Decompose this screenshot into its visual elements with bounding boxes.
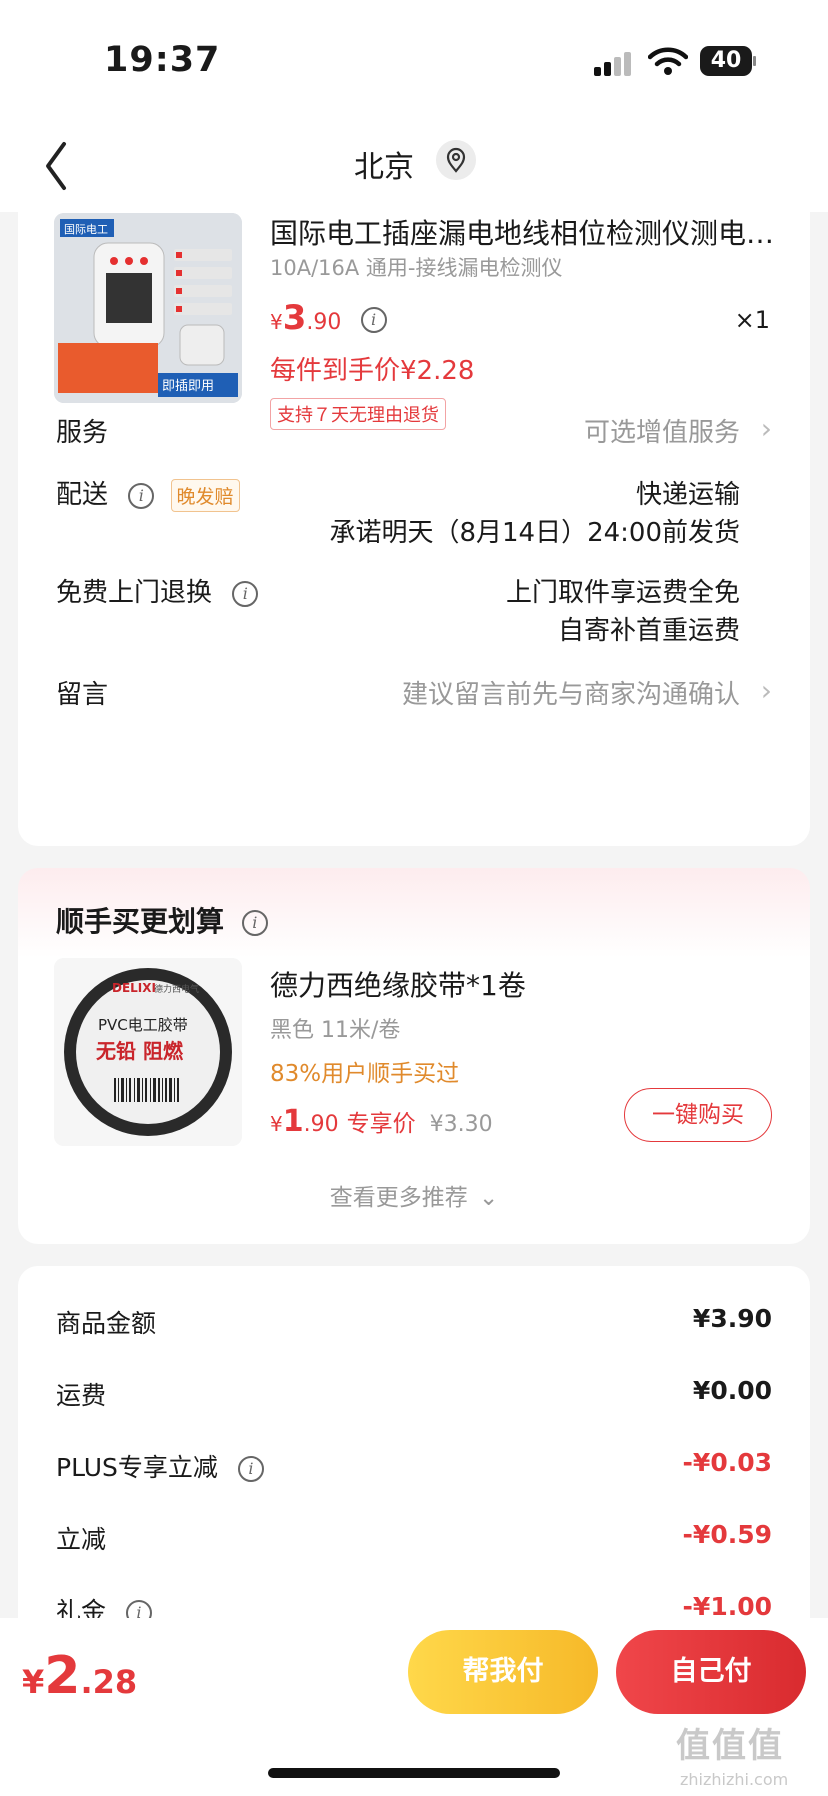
- note-placeholder: 建议留言前先与商家沟通确认: [401, 680, 740, 710]
- page-title[interactable]: 北京: [354, 142, 414, 186]
- note-row[interactable]: 留言 建议留言前先与商家沟通确认 ›: [56, 674, 772, 714]
- tape-brand-cn-text: 德力西电气: [154, 983, 199, 995]
- service-label: 服务: [56, 418, 109, 448]
- one-click-buy-button[interactable]: 一键购买: [624, 1088, 772, 1142]
- image-tagline-text: 即插即用: [162, 379, 214, 394]
- image-brand-text: 国际电工: [64, 223, 108, 236]
- delivery-promise: 承诺明天（8月14日）24:00前发货: [329, 518, 740, 548]
- product-image[interactable]: 国际电工 即插即用: [54, 213, 242, 403]
- recommendation-card: 顺手买更划算 i DELIXI 德力西电气 PVC电工胶带 无铅 阻燃 德力西绝…: [18, 868, 810, 1244]
- free-return-line1: 上门取件享运费全免: [505, 578, 740, 608]
- battery-icon: 40: [700, 46, 756, 76]
- watermark-url: zhizhizhi.com: [680, 1770, 789, 1789]
- product-price: ¥3.90 i: [270, 298, 387, 338]
- free-return-info-icon[interactable]: i: [232, 581, 259, 607]
- tape-brand-text: DELIXI: [112, 981, 156, 995]
- recommend-spec: 黑色 11米/卷: [270, 1018, 401, 1043]
- home-indicator: [268, 1768, 560, 1778]
- price-summary-card: 商品金额 ¥3.90 运费 ¥0.00 PLUS专享立减 i -¥0.03 立减…: [18, 1266, 810, 1666]
- status-bar: 19:37 40: [0, 0, 828, 120]
- service-value: 可选增值服务: [583, 418, 740, 448]
- nav-bar: 北京: [0, 120, 828, 212]
- order-product-card: 国际电工 即插即用 国际电工插座漏电地线相位检测仪测电… 10A/16A 通用-…: [18, 200, 810, 846]
- recommend-popularity: 83%用户顺手买过: [270, 1061, 460, 1087]
- back-chevron-icon[interactable]: [40, 136, 80, 196]
- summary-label: 商品金额: [56, 1309, 157, 1338]
- summary-label: PLUS专享立减: [56, 1453, 218, 1482]
- chevron-down-icon: ⌄: [479, 1185, 499, 1211]
- recommendation-title: 顺手买更划算 i: [56, 900, 268, 940]
- total-price: ¥2.28: [22, 1646, 138, 1706]
- free-return-line2: 自寄补首重运费: [557, 616, 740, 646]
- recommend-price: ¥1.90 专享价 ¥3.30: [270, 1104, 493, 1139]
- recommendation-info-icon[interactable]: i: [241, 910, 268, 936]
- delivery-row[interactable]: 配送 i 晚发赔 快递运输 承诺明天（8月14日）24:00前发货: [56, 474, 772, 554]
- chevron-right-icon: ›: [760, 674, 772, 707]
- chevron-right-icon: ›: [760, 412, 772, 445]
- original-price: ¥3.30: [429, 1112, 493, 1137]
- delivery-info-icon[interactable]: i: [128, 483, 155, 509]
- summary-row: PLUS专享立减 i -¥0.03: [56, 1448, 772, 1484]
- summary-label: 运费: [56, 1381, 107, 1410]
- note-label: 留言: [56, 680, 109, 710]
- summary-value: -¥1.00: [682, 1592, 772, 1621]
- delivery-label: 配送: [56, 480, 109, 510]
- summary-label: 立减: [56, 1525, 107, 1554]
- wifi-icon: [648, 47, 688, 75]
- tape-image[interactable]: DELIXI 德力西电气 PVC电工胶带 无铅 阻燃: [54, 958, 242, 1146]
- late-compensation-badge: 晚发赔: [170, 479, 240, 512]
- tape-line2-text: 无铅 阻燃: [96, 1039, 184, 1063]
- summary-row: 运费 ¥0.00: [56, 1376, 772, 1412]
- summary-value: ¥3.90: [692, 1304, 772, 1333]
- pay-myself-button[interactable]: 自己付: [616, 1630, 806, 1714]
- delivery-method: 快递运输: [635, 480, 740, 510]
- help-me-pay-button[interactable]: 帮我付: [408, 1630, 598, 1714]
- status-time: 19:37: [104, 40, 221, 80]
- summary-value: ¥0.00: [692, 1376, 772, 1405]
- battery-level: 40: [710, 48, 742, 73]
- price-info-icon[interactable]: i: [360, 307, 387, 333]
- recommend-name[interactable]: 德力西绝缘胶带*1卷: [270, 964, 526, 1004]
- watermark-logo: 值值值: [676, 1726, 784, 1766]
- summary-row: 商品金额 ¥3.90: [56, 1304, 772, 1340]
- product-spec: 10A/16A 通用-接线漏电检测仪: [270, 256, 563, 280]
- cellular-signal-icon: [594, 52, 634, 76]
- summary-value: -¥0.59: [682, 1520, 772, 1549]
- tape-line1-text: PVC电工胶带: [98, 1016, 188, 1034]
- product-name[interactable]: 国际电工插座漏电地线相位检测仪测电…: [270, 212, 790, 252]
- more-recommendations-link[interactable]: 查看更多推荐 ⌄: [18, 1178, 810, 1212]
- plus-discount-info-icon[interactable]: i: [237, 1456, 264, 1482]
- free-return-label: 免费上门退换: [56, 578, 213, 608]
- summary-value: -¥0.03: [682, 1448, 772, 1477]
- each-price: 每件到手价¥2.28: [270, 356, 475, 386]
- service-row[interactable]: 服务 可选增值服务 ›: [56, 412, 772, 452]
- summary-row: 立减 -¥0.59: [56, 1520, 772, 1556]
- exclusive-price-label: 专享价: [346, 1111, 416, 1137]
- location-pin-icon[interactable]: [436, 140, 476, 180]
- free-return-row[interactable]: 免费上门退换 i 上门取件享运费全免 自寄补首重运费: [56, 572, 772, 652]
- checkout-bar: ¥2.28 帮我付 自己付 值值值 zhizhizhi.com: [0, 1618, 828, 1796]
- product-quantity: ×1: [734, 306, 770, 334]
